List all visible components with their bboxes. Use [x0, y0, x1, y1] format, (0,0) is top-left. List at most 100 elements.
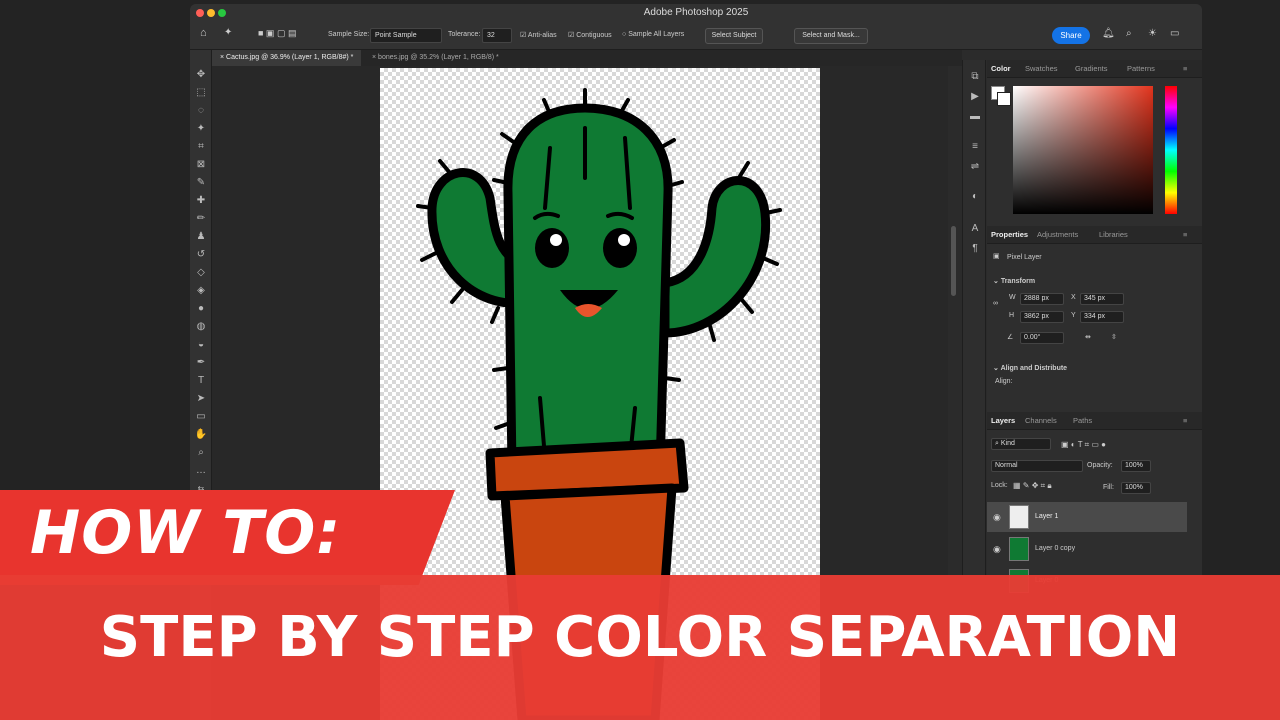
smudge-tool-icon[interactable]: ◒ [194, 338, 208, 352]
layer-name: Layer 0 copy [1035, 545, 1076, 552]
adjust-sliders-icon[interactable]: ⇌ [968, 160, 982, 174]
color-picker-field[interactable] [1013, 86, 1153, 214]
eraser-tool-icon[interactable]: ◇ [194, 266, 208, 280]
bucket-tool-icon[interactable]: ◈ [194, 284, 208, 298]
zoom-tool-icon[interactable]: ⌕ [194, 446, 208, 460]
move-tool-icon[interactable]: ✥ [194, 68, 208, 82]
marquee-tool-icon[interactable]: ⬚ [194, 86, 208, 100]
path-select-tool-icon[interactable]: ➤ [194, 392, 208, 406]
angle-input[interactable]: 0.00° [1020, 332, 1064, 344]
panel-menu-icon[interactable]: ≡ [1183, 60, 1187, 78]
tab-adjustments[interactable]: Adjustments [1037, 226, 1078, 244]
character-icon[interactable]: A [968, 222, 982, 236]
play-action-icon[interactable]: ▶ [968, 90, 982, 104]
opacity-input[interactable]: 100% [1121, 460, 1151, 472]
tab-paths[interactable]: Paths [1073, 412, 1092, 430]
selection-mode-icons[interactable]: ■ ▣ ▢ ▤ [258, 28, 296, 39]
kind-filter-select[interactable]: ⌕ Kind [991, 438, 1051, 450]
rectangle-tool-icon[interactable]: ▭ [194, 410, 208, 424]
anti-alias-checkbox[interactable]: ☑ Anti-alias [520, 31, 557, 39]
history-icon[interactable]: ⧉ [968, 70, 982, 84]
tab-properties[interactable]: Properties [991, 226, 1028, 244]
howto-text: HOW TO: [30, 498, 342, 568]
tab-cactus[interactable]: × Cactus.jpg @ 36.9% (Layer 1, RGB/8#) * [212, 50, 362, 66]
tab-bones[interactable]: × bones.jpg @ 35.2% (Layer 1, RGB/8) * [364, 50, 507, 66]
tolerance-label: Tolerance: [448, 31, 481, 38]
tab-color[interactable]: Color [991, 60, 1011, 78]
visibility-eye-icon[interactable]: ◉ [993, 502, 1001, 532]
tab-patterns[interactable]: Patterns [1127, 60, 1155, 78]
sample-size-select[interactable]: Point Sample [370, 28, 442, 43]
bell-icon[interactable]: 🔔︎ [1102, 28, 1115, 39]
width-input[interactable]: 2888 px [1020, 293, 1064, 305]
zoom-window-button[interactable] [218, 9, 226, 17]
blur-tool-icon[interactable]: ● [194, 302, 208, 316]
frame-tool-icon[interactable]: ⊠ [194, 158, 208, 172]
history-brush-icon[interactable]: ↺ [194, 248, 208, 262]
height-input[interactable]: 3862 px [1020, 311, 1064, 323]
pen-tool-icon[interactable]: ✒ [194, 356, 208, 370]
home-icon[interactable]: ⌂ [200, 27, 207, 39]
flip-vertical-icon[interactable]: ⇳ [1111, 333, 1117, 341]
close-window-button[interactable] [196, 9, 204, 17]
flip-horizontal-icon[interactable]: ⇹ [1085, 333, 1091, 341]
layer-row-layer-1[interactable]: ◉ Layer 1 [987, 502, 1187, 532]
tab-gradients[interactable]: Gradients [1075, 60, 1108, 78]
lock-icons[interactable]: ▦ ✎ ✥ ⌗ 🔒︎ [1013, 481, 1052, 491]
tab-libraries[interactable]: Libraries [1099, 226, 1128, 244]
more-tools-icon[interactable]: … [194, 464, 208, 478]
tab-layers[interactable]: Layers [991, 412, 1015, 430]
magic-wand-tool-icon[interactable]: ✦ [194, 122, 208, 136]
lightbulb-icon[interactable]: ☀ [1148, 28, 1157, 39]
brush-settings-icon[interactable]: ≡ [968, 140, 982, 154]
filter-icons[interactable]: ▣ ◐ T ⌗ ▭ ● [1061, 440, 1106, 450]
dodge-tool-icon[interactable]: ◍ [194, 320, 208, 334]
panel-menu-icon[interactable]: ≡ [1183, 412, 1187, 430]
align-label: Align: [995, 378, 1013, 385]
x-label: X [1071, 294, 1076, 301]
tab-swatches[interactable]: Swatches [1025, 60, 1058, 78]
comment-icon[interactable]: ▬ [968, 110, 982, 124]
tolerance-input[interactable]: 32 [482, 28, 512, 43]
tab-channels[interactable]: Channels [1025, 412, 1057, 430]
blend-mode-select[interactable]: Normal [991, 460, 1083, 472]
hand-tool-icon[interactable]: ✋ [194, 428, 208, 442]
crop-tool-icon[interactable]: ⌗ [194, 140, 208, 154]
x-input[interactable]: 345 px [1080, 293, 1124, 305]
contiguous-checkbox[interactable]: ☑ Contiguous [568, 31, 612, 39]
y-label: Y [1071, 312, 1076, 319]
type-tool-icon[interactable]: T [194, 374, 208, 388]
eyedropper-tool-icon[interactable]: ✎ [194, 176, 208, 190]
title-bar: Adobe Photoshop 2025 [190, 4, 1202, 22]
visibility-eye-icon[interactable]: ◉ [993, 534, 1001, 564]
minimize-window-button[interactable] [207, 9, 215, 17]
lasso-tool-icon[interactable]: ◌ [194, 104, 208, 118]
transform-title-text: Transform [1000, 278, 1036, 285]
share-button[interactable]: Share [1052, 27, 1090, 44]
link-icon[interactable]: ∞ [993, 300, 998, 307]
headline-text: STEP BY STEP COLOR SEPARATION [99, 605, 1181, 670]
layer-thumbnail [1009, 505, 1029, 529]
hue-slider[interactable] [1165, 86, 1177, 214]
sample-all-layers-checkbox[interactable]: ○ Sample All Layers [622, 31, 684, 38]
panel-menu-icon[interactable]: ≡ [1183, 226, 1187, 244]
healing-tool-icon[interactable]: ✚ [194, 194, 208, 208]
search-icon[interactable]: ⌕ [1126, 28, 1132, 39]
brush-tool-icon[interactable]: ✏ [194, 212, 208, 226]
pixel-layer-icon: ▣ [993, 253, 1000, 260]
layer-row-layer-0-copy[interactable]: ◉ Layer 0 copy [987, 534, 1187, 564]
select-subject-button[interactable]: Select Subject [705, 28, 763, 44]
contiguous-label: Contiguous [576, 32, 612, 39]
y-input[interactable]: 334 px [1080, 311, 1124, 323]
background-swatch[interactable] [997, 92, 1011, 106]
options-bar: ⌂ ✦ ■ ▣ ▢ ▤ Sample Size: Point Sample To… [190, 22, 1202, 50]
select-and-mask-button[interactable]: Select and Mask... [794, 28, 868, 44]
w-label: W [1009, 294, 1016, 301]
stamp-tool-icon[interactable]: ♟ [194, 230, 208, 244]
workspace-icon[interactable]: ▭ [1170, 28, 1179, 39]
kind-filter-label: Kind [1000, 440, 1015, 447]
magic-wand-icon[interactable]: ✦ [224, 27, 232, 38]
fill-input[interactable]: 100% [1121, 482, 1151, 494]
clone-source-icon[interactable]: ◐ [968, 190, 982, 204]
paragraph-icon[interactable]: ¶ [968, 242, 982, 256]
